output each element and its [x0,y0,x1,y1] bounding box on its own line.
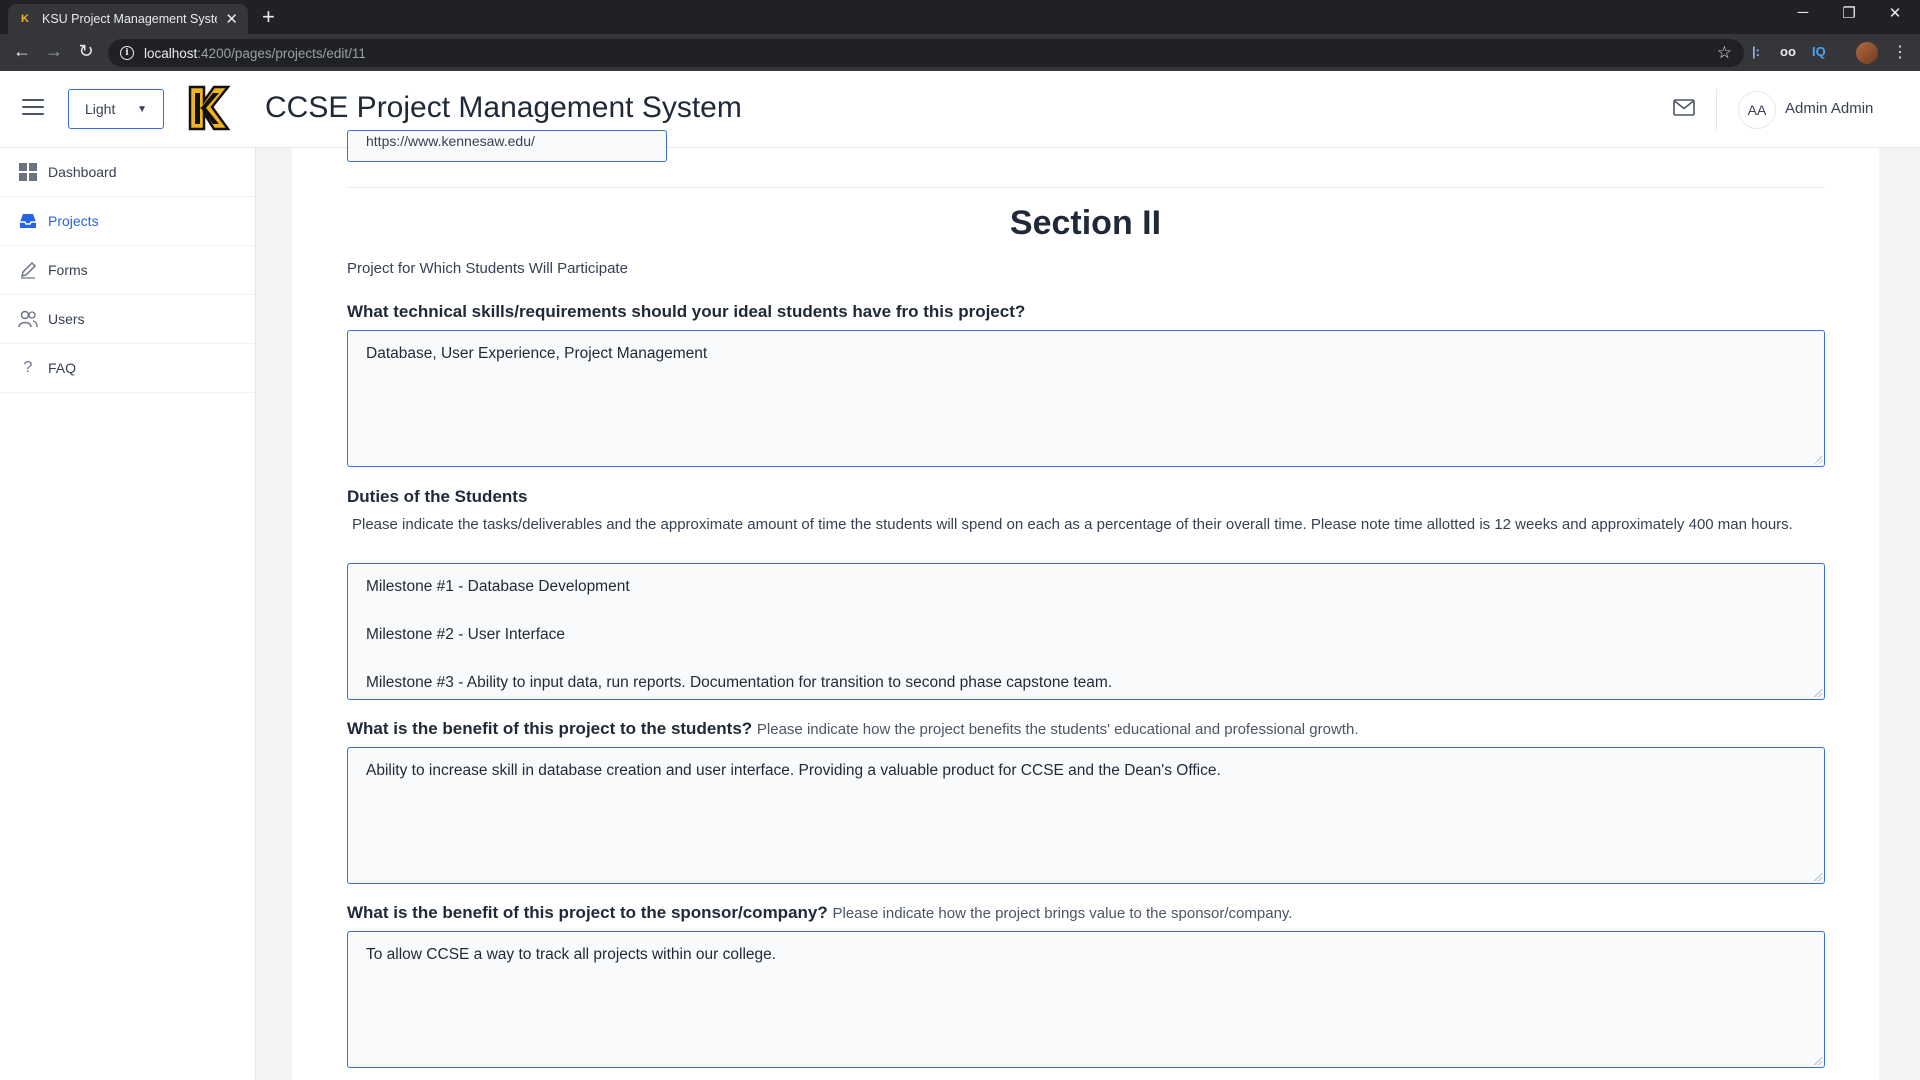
browser-tab-bar: K KSU Project Management System ✕ + ─ ❐ … [0,0,1920,34]
sidebar-item-forms[interactable]: Forms [0,246,256,295]
student-benefit-question: What is the benefit of this project to t… [347,719,753,738]
duties-line [366,599,1806,623]
student-benefit-textarea[interactable]: Ability to increase skill in database cr… [347,747,1825,884]
sidebar-item-label: Projects [48,213,99,229]
section-divider [347,187,1825,188]
close-tab-icon[interactable]: ✕ [225,10,238,28]
skills-question-label: What technical skills/requirements shoul… [347,302,1026,321]
url-path: :4200/pages/projects/edit/11 [197,45,366,61]
sidebar-item-label: Dashboard [48,164,117,180]
chevron-down-icon: ▼ [137,103,147,115]
new-tab-button[interactable]: + [262,5,275,29]
project-edit-form: https://www.kennesaw.edu/ Section II Pro… [292,130,1879,1080]
duties-hint: Please indicate the tasks/deliverables a… [352,516,1793,533]
duties-line: Milestone #2 - User Interface [366,626,566,643]
question-icon: ? [23,359,33,376]
mail-icon[interactable] [1673,99,1695,116]
sponsor-benefit-label: What is the benefit of this project to t… [347,903,1292,923]
sidebar-item-label: FAQ [48,360,77,376]
student-benefit-hint: Please indicate how the project benefits… [756,721,1359,738]
minimize-icon[interactable]: ─ [1788,4,1818,21]
duties-line [366,647,1806,671]
duties-line: Milestone #3 - Ability to input data, ru… [366,674,1113,691]
duties-textarea[interactable]: Milestone #1 - Database Development Mile… [347,563,1825,700]
website-input[interactable]: https://www.kennesaw.edu/ [347,130,667,162]
browser-tab[interactable]: K KSU Project Management System ✕ [8,4,248,34]
skills-value: Database, User Experience, Project Manag… [366,345,708,362]
ksu-favicon-icon: K [21,13,29,25]
user-name[interactable]: Admin Admin [1785,100,1873,117]
resize-grip-icon[interactable] [1814,1057,1822,1065]
header-divider [1716,89,1717,131]
tab-title: KSU Project Management System [42,12,217,26]
sidebar-item-label: Forms [48,262,88,278]
app-title: CCSE Project Management System [265,91,742,124]
extension-icon[interactable]: |: [1752,44,1760,59]
user-avatar[interactable]: AA [1738,91,1776,129]
sidebar-item-users[interactable]: Users [0,295,256,344]
url-host: localhost [144,45,198,61]
profile-avatar[interactable] [1856,42,1878,64]
sponsor-benefit-value: To allow CCSE a way to track all project… [366,946,777,963]
pencil-icon [18,260,38,280]
sidebar-item-label: Users [48,311,85,327]
grid-icon [18,162,38,182]
duties-line: Milestone #1 - Database Development [366,578,630,595]
theme-select[interactable]: Light ▼ [68,89,164,129]
back-icon[interactable]: ← [10,41,34,62]
sidebar-item-dashboard[interactable]: Dashboard [0,148,256,197]
sidebar: Dashboard Projects Forms Users ? FAQ [0,148,256,1080]
inbox-icon [18,211,38,231]
bookmark-star-icon[interactable]: ☆ [1717,43,1732,63]
student-benefit-value: Ability to increase skill in database cr… [366,762,1221,779]
theme-select-value: Light [85,101,116,117]
extension-icon[interactable]: IQ [1812,44,1826,59]
hamburger-menu-icon[interactable] [22,99,44,117]
site-info-icon[interactable]: i [120,46,134,60]
forward-icon[interactable]: → [42,41,66,62]
browser-menu-icon[interactable]: ⋮ [1892,42,1908,62]
sidebar-item-projects[interactable]: Projects [0,197,256,246]
skills-textarea[interactable]: Database, User Experience, Project Manag… [347,330,1825,467]
browser-toolbar: ← → ↻ i localhost :4200/pages/projects/e… [0,34,1920,71]
address-bar[interactable]: i localhost :4200/pages/projects/edit/11… [108,39,1744,67]
duties-label: Duties of the Students [347,487,528,506]
sponsor-benefit-hint: Please indicate how the project brings v… [832,905,1293,922]
student-benefit-label: What is the benefit of this project to t… [347,719,1359,739]
reload-icon[interactable]: ↻ [74,41,98,62]
close-window-icon[interactable]: ✕ [1880,4,1910,22]
resize-grip-icon[interactable] [1814,873,1822,881]
section-subtitle: Project for Which Students Will Particip… [347,260,628,277]
sidebar-item-faq[interactable]: ? FAQ [0,344,256,393]
users-icon [18,309,38,329]
sponsor-benefit-question: What is the benefit of this project to t… [347,903,828,922]
resize-grip-icon[interactable] [1814,689,1822,697]
extension-icon[interactable]: oo [1780,44,1796,59]
restore-icon[interactable]: ❐ [1834,4,1864,22]
section-title: Section II [1009,204,1162,242]
ksu-logo [184,83,234,133]
sponsor-benefit-textarea[interactable]: To allow CCSE a way to track all project… [347,931,1825,1068]
app-header: Light ▼ CCSE Project Management System A… [0,71,1920,148]
website-input-value: https://www.kennesaw.edu/ [366,133,535,149]
resize-grip-icon[interactable] [1814,456,1822,464]
